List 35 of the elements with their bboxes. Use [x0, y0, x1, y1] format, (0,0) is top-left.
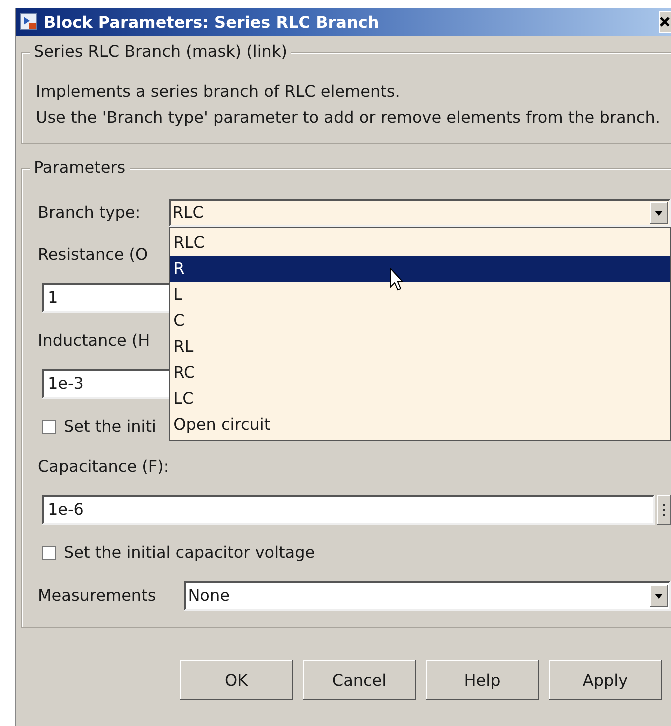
dropdown-arrow-button[interactable] — [650, 202, 668, 224]
dropdown-option[interactable]: RL — [170, 334, 670, 360]
down-arrow-icon — [655, 210, 663, 216]
mouse-cursor-icon — [390, 268, 404, 292]
dropdown-option[interactable]: C — [170, 308, 670, 334]
checkbox[interactable] — [42, 546, 56, 560]
window-title: Block Parameters: Series RLC Branch — [44, 12, 380, 32]
dropdown-option[interactable]: LC — [170, 386, 670, 412]
field-label: Branch type: — [38, 202, 141, 224]
dropdown-option[interactable]: Open circuit — [170, 412, 670, 438]
checkbox[interactable] — [42, 420, 56, 434]
input-field[interactable]: 1e-6 — [42, 495, 655, 525]
field-label: Inductance (H — [38, 330, 150, 352]
field-label: Capacitance (F): — [38, 456, 170, 478]
description-text: Implements a series branch of RLC elements. — [36, 81, 402, 103]
more-options-button[interactable] — [657, 495, 671, 525]
checkbox-label: Set the initi — [64, 416, 156, 438]
field-label: Resistance (O — [38, 244, 148, 266]
field-label: Measurements — [38, 585, 156, 607]
down-arrow-icon — [655, 594, 663, 598]
dropdown-option[interactable]: R — [170, 256, 670, 282]
dropdown-option[interactable]: RC — [170, 360, 670, 386]
dialog-button[interactable]: Help — [426, 660, 539, 700]
dialog-button[interactable]: Apply — [549, 660, 662, 700]
app-icon — [20, 13, 38, 31]
dropdown-arrow-button[interactable] — [650, 585, 668, 607]
dropdown-option[interactable]: RLC — [170, 230, 670, 256]
dialog-button[interactable]: OK — [180, 660, 293, 700]
close-button[interactable] — [659, 11, 671, 33]
dropdown-option[interactable]: L — [170, 282, 670, 308]
close-icon — [660, 17, 670, 27]
dropdown[interactable]: None — [184, 581, 671, 611]
dialog-button[interactable]: Cancel — [303, 660, 416, 700]
description-text: Use the 'Branch type' parameter to add or remove elements from the branch. — [36, 107, 661, 129]
checkbox-label: Set the initial capacitor voltage — [64, 542, 316, 564]
